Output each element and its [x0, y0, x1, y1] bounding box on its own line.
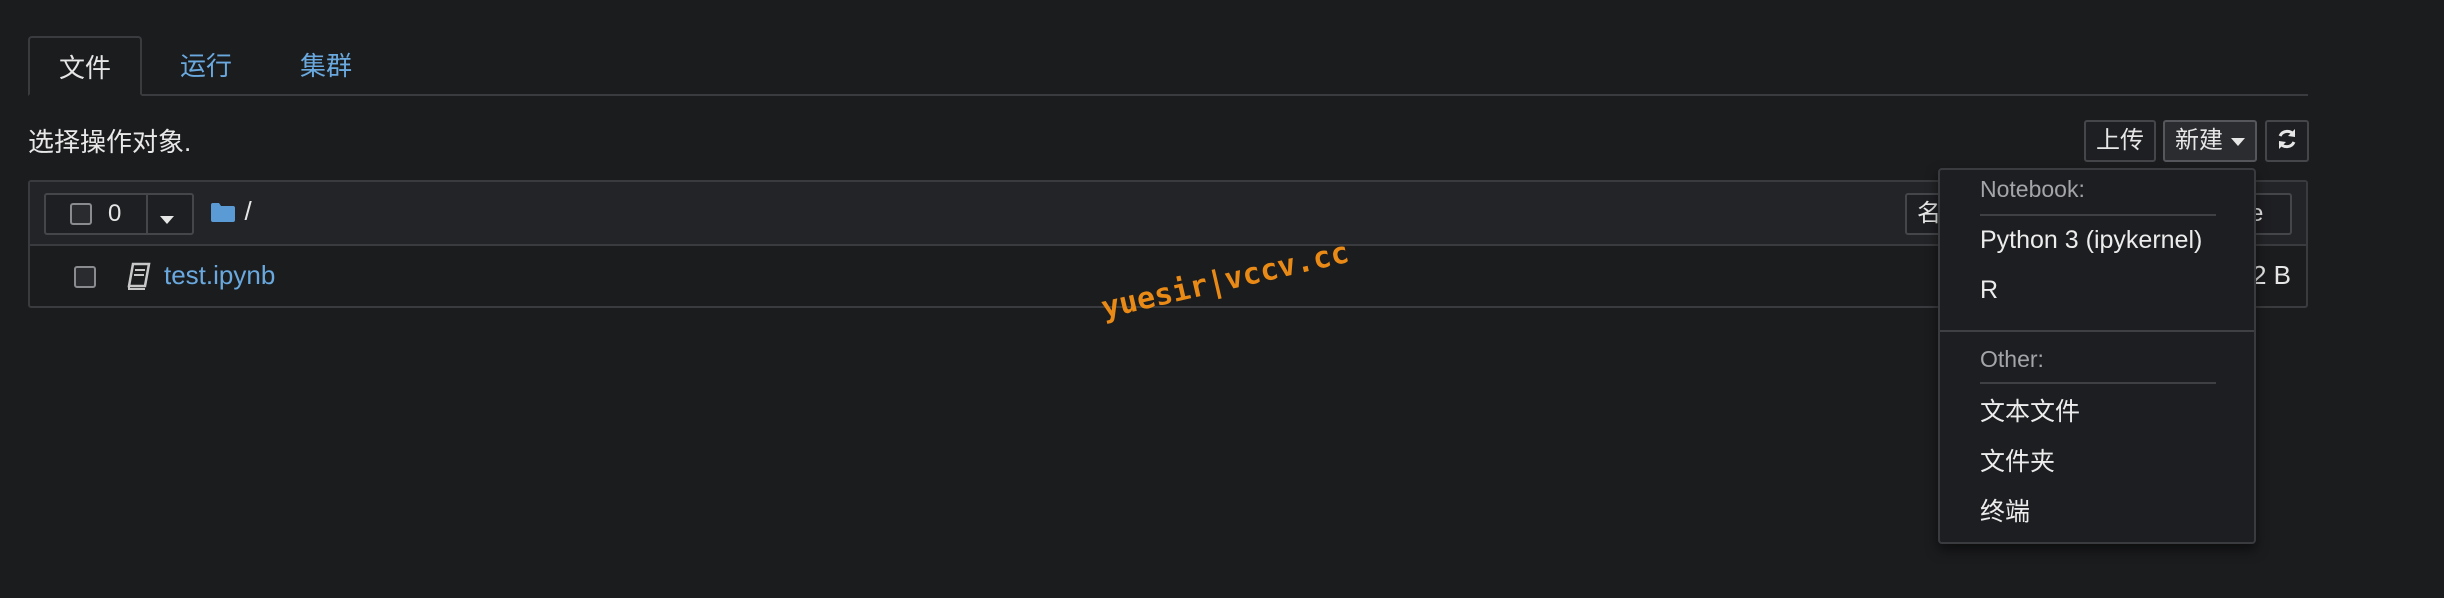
- selection-hint: 选择操作对象.: [28, 127, 192, 157]
- tab-files[interactable]: 文件: [28, 36, 142, 96]
- notebook-icon: [127, 262, 151, 290]
- caret-down-icon: [160, 215, 174, 224]
- select-menu-toggle[interactable]: [160, 211, 174, 229]
- breadcrumb-path: /: [244, 196, 252, 226]
- select-divider: [146, 195, 148, 233]
- select-all-group[interactable]: 0: [44, 193, 194, 235]
- new-dropdown-menu: Notebook: Python 3 (ipykernel) R Other: …: [1938, 168, 2256, 544]
- menu-rule: [1980, 382, 2216, 384]
- caret-down-icon: [2231, 137, 2245, 146]
- file-checkbox[interactable]: [74, 266, 96, 288]
- upload-button-label: 上传: [2096, 127, 2144, 154]
- file-size: 2 B: [2252, 260, 2292, 290]
- new-button-label: 新建: [2175, 127, 2223, 154]
- folder-icon: [211, 202, 235, 222]
- tab-clusters[interactable]: 集群: [300, 36, 352, 96]
- menu-header-notebook: Notebook:: [1980, 176, 2085, 202]
- refresh-button[interactable]: [2265, 120, 2309, 162]
- menu-item-r[interactable]: R: [1980, 276, 1998, 305]
- file-link[interactable]: test.ipynb: [164, 260, 275, 291]
- selected-count: 0: [108, 200, 122, 227]
- new-dropdown-button[interactable]: 新建: [2163, 120, 2257, 162]
- menu-item-folder[interactable]: 文件夹: [1980, 442, 2055, 478]
- tabs-underline: [28, 94, 2308, 96]
- refresh-icon: [2278, 129, 2296, 149]
- select-all-checkbox[interactable]: [70, 203, 92, 225]
- breadcrumb[interactable]: /: [210, 196, 252, 227]
- upload-button[interactable]: 上传: [2084, 120, 2156, 162]
- menu-header-other: Other:: [1980, 346, 2044, 372]
- menu-item-terminal[interactable]: 终端: [1980, 492, 2030, 528]
- menu-rule: [1980, 214, 2216, 216]
- menu-item-text-file[interactable]: 文本文件: [1980, 392, 2080, 428]
- menu-divider: [1940, 330, 2254, 332]
- menu-item-python3[interactable]: Python 3 (ipykernel): [1980, 226, 2202, 255]
- tab-running[interactable]: 运行: [180, 36, 232, 96]
